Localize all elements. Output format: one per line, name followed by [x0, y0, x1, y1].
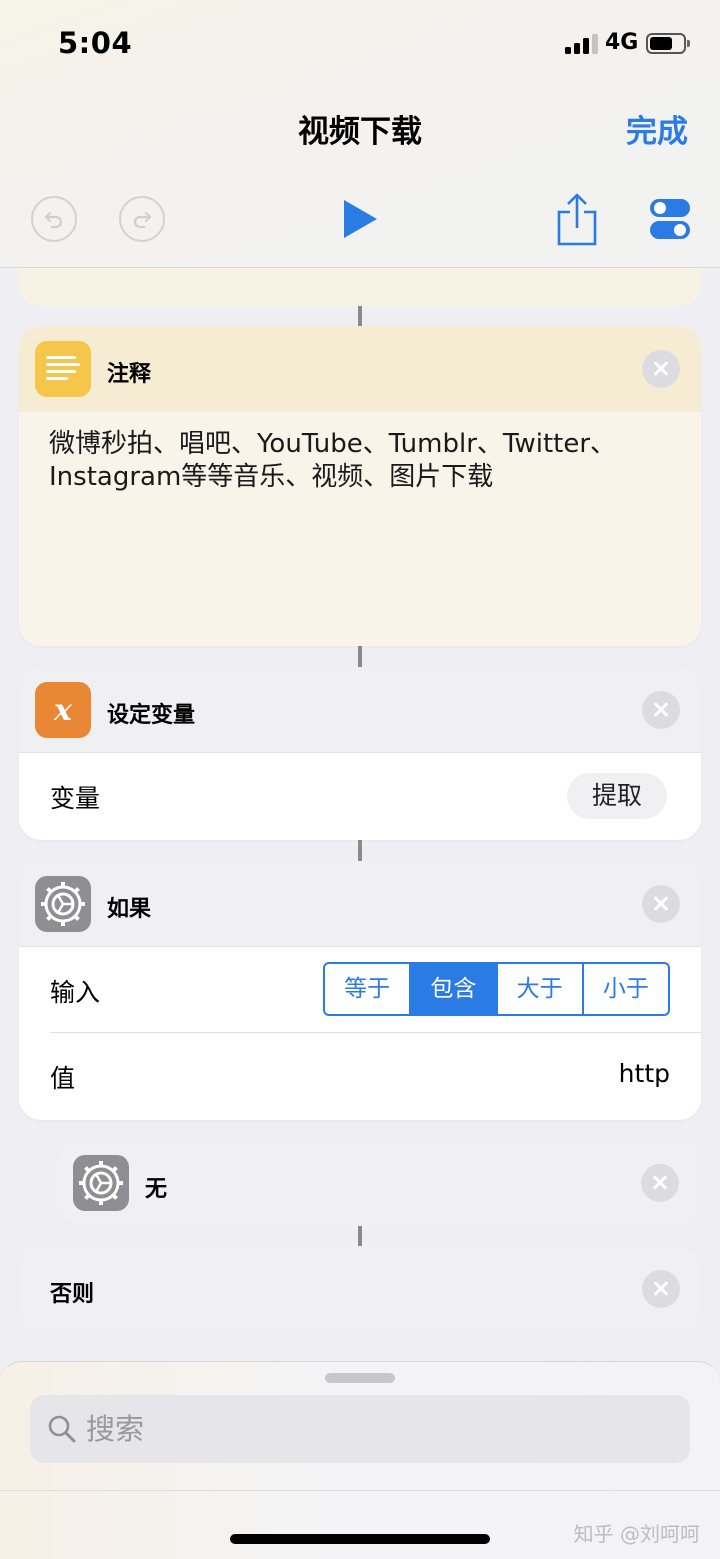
- flow-connector: [358, 306, 362, 326]
- else-action-card[interactable]: 否则: [19, 1246, 701, 1332]
- variable-name-pill[interactable]: 提取: [566, 773, 667, 819]
- action-title: 设定变量: [107, 703, 196, 728]
- remove-action-icon[interactable]: [642, 350, 680, 388]
- undo-button[interactable]: [31, 196, 77, 242]
- value-field[interactable]: http: [619, 1059, 670, 1088]
- action-title: 无: [145, 1177, 168, 1202]
- value-label: 值: [50, 1064, 76, 1093]
- text-lines-icon: [35, 341, 91, 397]
- network-type: 4G: [605, 30, 639, 55]
- condition-segmented-control[interactable]: 等于 包含 大于 小于: [323, 962, 670, 1016]
- play-button[interactable]: [340, 198, 380, 244]
- input-label: 输入: [50, 978, 101, 1007]
- redo-button[interactable]: [119, 196, 165, 242]
- comment-text[interactable]: 微博秒拍、唱吧、YouTube、Tumblr、Twitter、Instagram…: [19, 412, 701, 646]
- flow-connector: [358, 1226, 362, 1246]
- share-button[interactable]: [556, 192, 598, 250]
- remove-action-icon[interactable]: [642, 885, 680, 923]
- battery-icon: [646, 33, 690, 54]
- svg-text:x: x: [53, 693, 73, 728]
- variable-x-icon: x: [35, 682, 91, 738]
- variable-row: 变量 提取: [19, 753, 701, 839]
- gear-icon: [73, 1155, 129, 1211]
- variable-label: 变量: [50, 784, 101, 813]
- undo-icon: [44, 211, 63, 229]
- status-bar: 5:04 4G: [0, 0, 720, 88]
- segment-less-than[interactable]: 小于: [581, 964, 668, 1014]
- value-row: 值 http: [19, 1033, 701, 1119]
- page-title: 视频下载: [298, 114, 422, 150]
- remove-action-icon[interactable]: [642, 691, 680, 729]
- comment-action-card[interactable]: 注释 微博秒拍、唱吧、YouTube、Tumblr、Twitter、Instag…: [19, 326, 701, 646]
- top-chrome: 5:04 4G 视频下载 完成: [0, 0, 720, 268]
- action-header: 如果: [19, 861, 701, 947]
- remove-action-icon[interactable]: [642, 1270, 680, 1308]
- segment-equals[interactable]: 等于: [325, 964, 409, 1014]
- settings-toggle-button[interactable]: [650, 197, 690, 241]
- gear-icon: [35, 876, 91, 932]
- nested-action-card[interactable]: 无: [58, 1141, 700, 1226]
- actions-bottom-sheet[interactable]: 知乎 @刘呵呵: [0, 1361, 720, 1559]
- toggle-switch-icon: [650, 199, 690, 217]
- share-icon: [557, 193, 597, 246]
- action-title: 注释: [107, 362, 152, 387]
- action-title: 如果: [107, 897, 152, 922]
- condition-row: 输入 等于 包含 大于 小于: [19, 947, 701, 1033]
- cellular-signal-icon: [565, 34, 599, 54]
- flow-connector: [358, 840, 362, 861]
- play-icon: [344, 200, 377, 238]
- segment-contains[interactable]: 包含: [409, 964, 496, 1014]
- done-button[interactable]: 完成: [626, 106, 688, 151]
- remove-action-icon[interactable]: [641, 1164, 679, 1202]
- search-input[interactable]: [86, 1408, 666, 1450]
- if-action-card[interactable]: 如果 输入 等于 包含 大于 小于 值 http: [19, 861, 701, 1120]
- action-header: x 设定变量: [19, 667, 701, 753]
- set-variable-action-card[interactable]: x 设定变量 变量 提取: [19, 667, 701, 840]
- flow-connector: [358, 646, 362, 667]
- redo-icon: [133, 211, 152, 229]
- segment-greater-than[interactable]: 大于: [495, 964, 582, 1014]
- search-bar[interactable]: [30, 1395, 690, 1463]
- action-header: 注释: [19, 326, 701, 412]
- home-indicator[interactable]: [230, 1534, 490, 1544]
- sheet-divider: [0, 1490, 720, 1491]
- action-title: 否则: [50, 1282, 95, 1307]
- search-icon: [48, 1415, 76, 1443]
- watermark: 知乎 @刘呵呵: [573, 1522, 700, 1546]
- status-time: 5:04: [58, 26, 133, 60]
- sheet-grabber[interactable]: [325, 1373, 395, 1383]
- toggle-switch-icon: [650, 221, 690, 239]
